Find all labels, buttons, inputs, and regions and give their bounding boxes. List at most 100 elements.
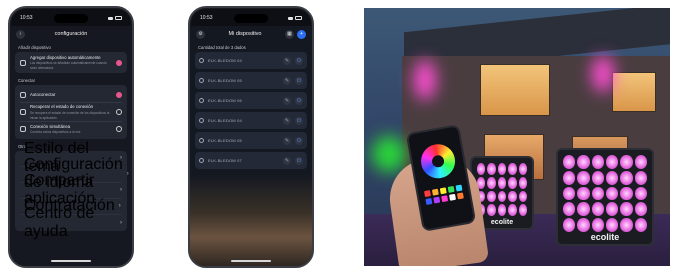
product-photo: ecolite ecolite (364, 8, 670, 266)
power-icon[interactable]: ⏻ (295, 56, 303, 65)
swatch (424, 190, 431, 198)
settings-screen: ‹ configuración Añadir dispositivo Agreg… (10, 26, 132, 266)
row-title: Conexión simultánea (30, 124, 71, 130)
status-time: 10:53 (200, 15, 213, 21)
led (605, 186, 619, 201)
back-arrow-icon[interactable]: ‹ (16, 29, 25, 39)
edit-icon[interactable]: ✎ (283, 156, 291, 165)
led (605, 218, 619, 232)
device-name: ELK-BLEDOM 04 (208, 58, 242, 63)
edit-icon[interactable]: ✎ (283, 136, 291, 145)
plus-device-icon (20, 59, 26, 66)
autoconnect-toggle[interactable] (116, 91, 122, 98)
home-indicator[interactable] (231, 260, 271, 262)
add-device-button[interactable]: + (297, 29, 306, 39)
row-text: Agregar dispositivo automáticamente Los … (30, 55, 112, 70)
row-autoconnect[interactable]: Autoconectar (20, 88, 122, 101)
device-item[interactable]: ELK-BLEDOM 06 ✎ ⏻ (195, 92, 307, 109)
color-wheel (418, 141, 458, 181)
row-recover-state[interactable]: Recuperar el estado de conexión Se recup… (20, 104, 122, 120)
swatch (431, 188, 439, 196)
device-item[interactable]: ELK-BLEDOM 05 ✎ ⏻ (195, 132, 307, 149)
color-wheel-center (431, 154, 445, 169)
row-title: Recuperar el estado de conexión (30, 104, 94, 110)
led (634, 170, 647, 185)
auto-add-toggle[interactable] (116, 59, 122, 66)
device-item[interactable]: ELK-BLEDOM 07 ✎ ⏻ (195, 152, 307, 169)
led (487, 190, 496, 203)
led (563, 155, 576, 169)
power-icon[interactable]: ⏻ (295, 156, 303, 165)
led (634, 202, 647, 217)
battery-icon (115, 16, 122, 20)
bulb-icon (199, 118, 204, 123)
led (563, 218, 576, 232)
window (480, 64, 550, 116)
swatch (439, 187, 447, 195)
led (497, 163, 507, 175)
chevron-right-icon: › (120, 187, 122, 194)
led (563, 186, 576, 201)
home-indicator[interactable] (51, 260, 91, 262)
led (634, 218, 647, 232)
led (620, 202, 633, 217)
simultaneous-spinner[interactable] (116, 126, 122, 133)
row-title: Centro de ayuda (24, 204, 95, 240)
green-light-glow (372, 136, 406, 172)
power-icon[interactable]: ⏻ (295, 116, 303, 125)
bulb-icon (199, 98, 204, 103)
edit-icon[interactable]: ✎ (283, 96, 291, 105)
edit-icon[interactable]: ✎ (283, 56, 291, 65)
led (634, 155, 647, 169)
power-icon[interactable]: ⏻ (295, 136, 303, 145)
color-swatches (424, 184, 466, 205)
row-help[interactable]: Centro de ayuda › (20, 205, 122, 240)
power-icon[interactable]: ⏻ (295, 96, 303, 105)
device-item[interactable]: ELK-BLEDOM 04 ✎ ⏻ (195, 112, 307, 129)
swatch (441, 195, 449, 203)
led (497, 204, 507, 216)
grid-icon[interactable]: ▦ (285, 29, 294, 39)
device-count-label: Cantidad total de 3 dados (198, 45, 246, 50)
bulb-icon (199, 138, 204, 143)
bulb-icon (199, 158, 204, 163)
recover-spinner[interactable] (116, 109, 122, 116)
signal-icon (108, 16, 113, 20)
led (577, 218, 590, 232)
chevron-right-icon: › (120, 219, 122, 226)
card-connect: Autoconectar Recuperar el estado de cone… (15, 85, 127, 139)
led (605, 202, 619, 217)
device-item[interactable]: ELK-BLEDOM 05 ✎ ⏻ (195, 72, 307, 89)
edit-icon[interactable]: ✎ (283, 76, 291, 85)
led (563, 170, 576, 185)
device-item[interactable]: ELK-BLEDOM 04 ✎ ⏻ (195, 52, 307, 69)
row-auto-add[interactable]: Agregar dispositivo automáticamente Los … (20, 55, 122, 70)
led (508, 176, 517, 189)
settings-gear-icon[interactable]: ⚙ (196, 29, 205, 39)
row-title: Autoconectar (30, 92, 56, 98)
edit-icon[interactable]: ✎ (283, 116, 291, 125)
chevron-right-icon: › (118, 203, 121, 210)
pink-light-glow (414, 60, 436, 100)
divider (20, 102, 122, 104)
row-text: Recuperar el estado de conexión Se recup… (30, 104, 112, 119)
power-icon[interactable]: ⏻ (295, 76, 303, 85)
product-collage: 10:53 ‹ configuración Añadir dispositivo… (0, 0, 678, 269)
status-bar: 10:53 (200, 13, 302, 23)
bulb-icon (199, 58, 204, 63)
link-icon (20, 91, 26, 98)
led (620, 155, 633, 169)
swatch (433, 196, 441, 204)
led (563, 202, 576, 217)
row-text: Conexión simultánea Conecta varios dispo… (30, 124, 112, 134)
led (518, 190, 527, 203)
refresh-icon (20, 109, 26, 116)
led (508, 190, 517, 203)
led (518, 163, 527, 175)
row-simultaneous[interactable]: Conexión simultánea Conecta varios dispo… (20, 123, 122, 136)
led (487, 163, 496, 175)
battery-icon (295, 16, 302, 20)
chevron-right-icon: › (126, 171, 129, 178)
row-title: Agregar dispositivo automáticamente (30, 55, 101, 60)
led (497, 176, 507, 189)
